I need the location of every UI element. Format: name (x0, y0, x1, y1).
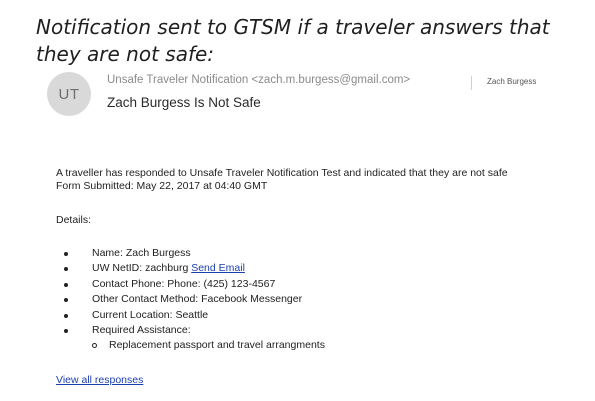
view-all-responses-link[interactable]: View all responses (56, 374, 143, 386)
email-subject: Zach Burgess Is Not Safe (107, 95, 261, 110)
list-item: Required Assistance: (56, 323, 325, 338)
body-message: A traveller has responded to Unsafe Trav… (56, 167, 508, 179)
list-item: Name: Zach Burgess (56, 246, 325, 261)
list-item: Other Contact Method: Facebook Messenger (56, 292, 325, 307)
send-email-link[interactable]: Send Email (191, 262, 245, 274)
header-divider (471, 76, 472, 90)
bullet-icon (64, 252, 68, 256)
bullet-icon (64, 298, 68, 303)
bullet-icon (64, 267, 68, 272)
sub-list-item: Replacement passport and travel arrangme… (56, 338, 325, 353)
circle-bullet-icon (92, 343, 97, 349)
recipient-name: Zach Burgess (487, 77, 537, 86)
sender-address: Unsafe Traveler Notification <zach.m.bur… (107, 74, 411, 86)
list-item: Current Location: Seattle (56, 308, 325, 323)
sender-avatar: UT (47, 72, 91, 116)
bullet-icon (64, 313, 68, 318)
bullet-icon (64, 282, 68, 287)
bullet-icon (64, 328, 68, 333)
form-submitted-line: Form Submitted: May 22, 2017 at 04:40 GM… (56, 180, 268, 192)
list-item: Contact Phone: Phone: (425) 123-4567 (56, 277, 325, 292)
details-list: Name: Zach Burgess UW NetID: zachburg Se… (56, 246, 325, 354)
caption-heading: Notification sent to GTSM if a traveler … (36, 15, 550, 66)
list-item: UW NetID: zachburg Send Email (56, 261, 325, 276)
details-label: Details: (56, 214, 92, 226)
